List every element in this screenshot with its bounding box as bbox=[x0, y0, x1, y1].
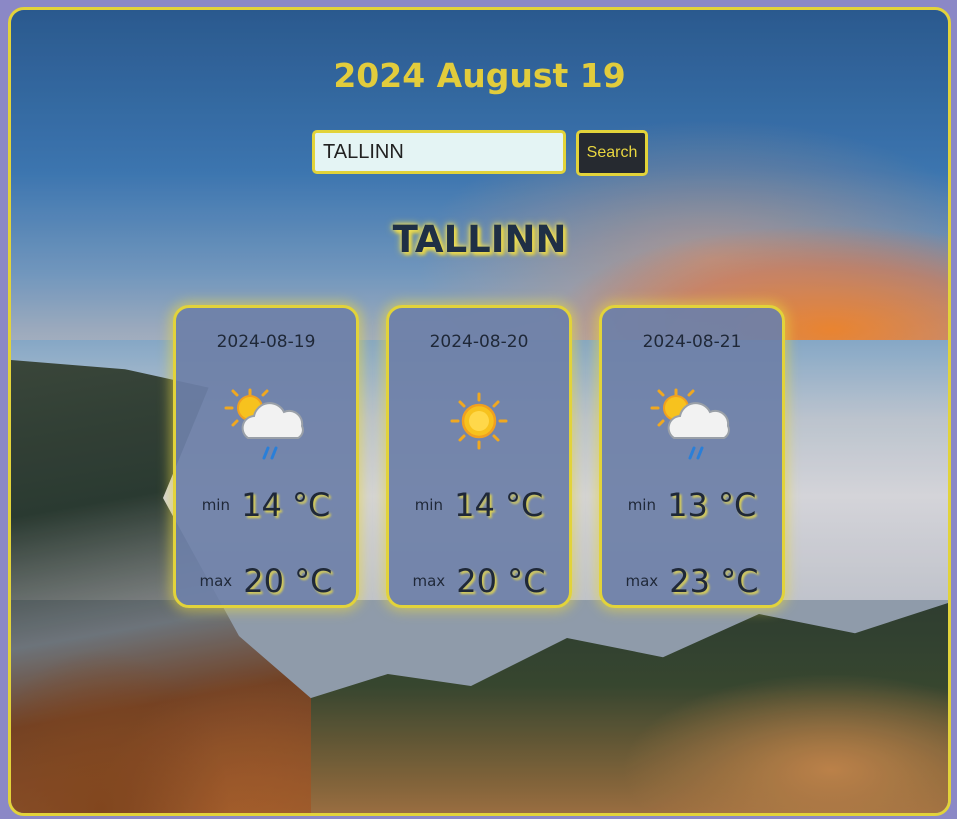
city-name: TALLINN bbox=[392, 218, 567, 261]
max-temperature: 20 °C bbox=[243, 562, 333, 600]
partly-cloudy-rain-icon bbox=[602, 386, 782, 466]
min-label: min bbox=[414, 496, 443, 514]
max-temperature-row: max 20 °C bbox=[176, 562, 356, 600]
min-temperature: 13 °C bbox=[667, 486, 757, 524]
forecast-card: 2024-08-19 min 14 °C max 20 °C bbox=[173, 305, 359, 608]
sun-icon bbox=[389, 386, 569, 466]
max-label: max bbox=[625, 572, 659, 590]
min-temperature: 14 °C bbox=[454, 486, 544, 524]
min-label: min bbox=[627, 496, 656, 514]
partly-cloudy-rain-icon bbox=[176, 386, 356, 466]
max-label: max bbox=[199, 572, 233, 590]
max-temperature-row: max 20 °C bbox=[389, 562, 569, 600]
search-button[interactable]: Search bbox=[576, 130, 648, 176]
min-temperature-row: min 14 °C bbox=[389, 486, 569, 524]
forecast-date: 2024-08-19 bbox=[216, 332, 316, 352]
app-frame: 2024 August 19 Search TALLINN 2024-08-19 bbox=[8, 7, 951, 816]
city-search-input[interactable] bbox=[312, 130, 566, 174]
max-temperature: 20 °C bbox=[456, 562, 546, 600]
max-label: max bbox=[412, 572, 446, 590]
current-date-title: 2024 August 19 bbox=[333, 56, 626, 95]
forecast-date: 2024-08-20 bbox=[429, 332, 529, 352]
forecast-date: 2024-08-21 bbox=[642, 332, 742, 352]
min-temperature: 14 °C bbox=[241, 486, 331, 524]
max-temperature-row: max 23 °C bbox=[602, 562, 782, 600]
min-temperature-row: min 13 °C bbox=[602, 486, 782, 524]
forecast-card: 2024-08-21 min 13 °C max 23 °C bbox=[599, 305, 785, 608]
forecast-card: 2024-08-20 min 14 °C max 20 °C bbox=[386, 305, 572, 608]
min-label: min bbox=[201, 496, 230, 514]
max-temperature: 23 °C bbox=[669, 562, 759, 600]
min-temperature-row: min 14 °C bbox=[176, 486, 356, 524]
